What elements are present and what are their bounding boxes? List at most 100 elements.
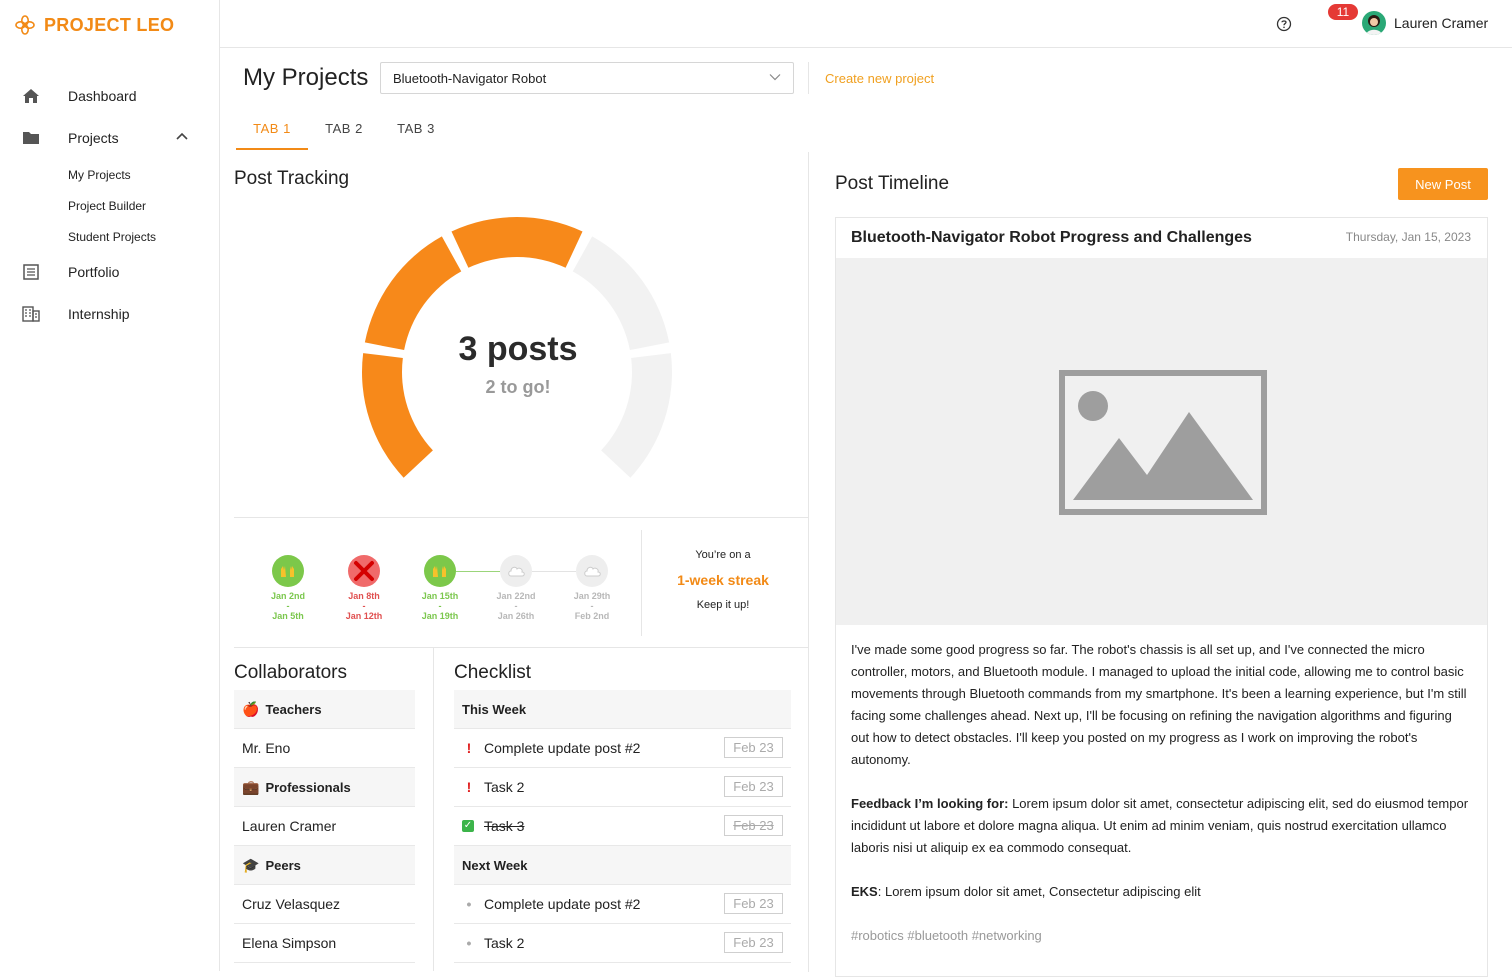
tab-bar: TAB 1 TAB 2 TAB 3 <box>236 114 452 150</box>
post-card[interactable]: Bluetooth-Navigator Robot Progress and C… <box>835 217 1488 977</box>
week-end: Feb 2nd <box>574 611 610 621</box>
sidebar-subitem-project-builder[interactable]: Project Builder <box>68 199 146 213</box>
logo[interactable]: PROJECT LEO <box>14 14 174 36</box>
divider <box>234 517 809 518</box>
priority-icon: ! <box>466 740 472 756</box>
leo-logo-icon <box>15 15 35 35</box>
sidebar-subitem-student-projects[interactable]: Student Projects <box>68 230 156 244</box>
hands-raised-icon <box>281 566 294 577</box>
sidebar-item-dashboard[interactable]: Dashboard <box>0 79 220 113</box>
collaborator-row[interactable]: Elena Simpson <box>234 924 415 963</box>
checklist-item[interactable]: • Complete update post #2 Feb 23 <box>454 885 791 924</box>
week-end: Jan 26th <box>497 611 535 621</box>
sidebar-item-portfolio[interactable]: Portfolio <box>0 255 220 289</box>
due-date-field[interactable]: Feb 23 <box>724 776 783 797</box>
streak-encouragement: Keep it up! <box>696 599 750 611</box>
eks-text: : Lorem ipsum dolor sit amet, Consectetu… <box>877 884 1201 899</box>
week-separator: - <box>362 601 366 611</box>
avatar[interactable] <box>1362 11 1386 35</box>
collaborator-row[interactable]: Mr. Eno <box>234 729 415 768</box>
divider <box>433 648 434 971</box>
checklist-item[interactable]: • Task 2 Feb 23 <box>454 924 791 963</box>
folder-icon <box>23 132 39 144</box>
post-eks: EKS: Lorem ipsum dolor sit amet, Consect… <box>851 881 1471 903</box>
week-separator: - <box>438 601 442 611</box>
checklist-group-this-week: This Week <box>454 690 791 729</box>
collaborator-row[interactable]: Lauren Cramer <box>234 807 415 846</box>
post-feedback: Feedback I’m looking for: Lorem ipsum do… <box>851 793 1471 859</box>
post-tags[interactable]: #robotics #bluetooth #networking <box>851 925 1471 947</box>
week-separator: - <box>286 601 290 611</box>
project-select-value: Bluetooth-Navigator Robot <box>393 70 547 86</box>
x-mark-icon <box>354 561 374 581</box>
new-post-button[interactable]: New Post <box>1398 168 1488 200</box>
due-date-field[interactable]: Feb 23 <box>724 815 783 836</box>
week-start: Jan 2nd <box>270 591 305 601</box>
group-header-teachers: 🍎 Teachers <box>234 690 415 729</box>
checklist-item-label: Task 2 <box>484 779 525 795</box>
week-separator: - <box>514 601 518 611</box>
sidebar-item-label: Portfolio <box>68 264 120 280</box>
due-date-field[interactable]: Feb 23 <box>724 932 783 953</box>
sidebar-item-internship[interactable]: Internship <box>0 297 220 331</box>
group-label: Peers <box>265 857 301 873</box>
post-image-placeholder[interactable] <box>836 258 1487 625</box>
group-header-professionals: 💼 Professionals <box>234 768 415 807</box>
project-select[interactable]: Bluetooth-Navigator Robot <box>380 62 794 94</box>
apple-icon: 🍎 <box>242 700 260 717</box>
week-start: Jan 15th <box>421 591 459 601</box>
sidebar-item-projects[interactable]: Projects <box>0 121 220 155</box>
gauge-segment <box>601 353 672 478</box>
streak-week-marker <box>424 555 456 587</box>
divider <box>641 530 642 636</box>
gauge-segment <box>362 353 433 478</box>
checklist-item-label: Task 2 <box>484 935 525 951</box>
week-start: Jan 8th <box>348 591 380 601</box>
feedback-label: Feedback I’m looking for: <box>851 796 1009 811</box>
chevron-up-icon[interactable] <box>176 132 188 140</box>
checklist-item-label: Task 3 <box>484 818 525 834</box>
checkbox-checked-icon[interactable]: ✓ <box>462 820 474 832</box>
posts-remaining: 2 to go! <box>485 377 551 397</box>
sidebar-item-label: Projects <box>68 130 119 146</box>
sidebar-subitem-my-projects[interactable]: My Projects <box>68 168 131 182</box>
checklist: This Week ! Complete update post #2 Feb … <box>454 690 791 963</box>
building-icon <box>22 306 40 322</box>
graduation-cap-icon: 🎓 <box>242 856 260 873</box>
tab-2[interactable]: TAB 2 <box>308 114 380 150</box>
posts-count: 3 posts <box>458 330 578 368</box>
post-title: Bluetooth-Navigator Robot Progress and C… <box>851 229 1252 246</box>
week-start: Jan 29th <box>573 591 611 601</box>
streak-intro: You’re on a <box>695 549 751 561</box>
home-icon <box>23 89 39 103</box>
user-name[interactable]: Lauren Cramer <box>1394 15 1488 31</box>
tab-1[interactable]: TAB 1 <box>236 114 308 150</box>
streak-week-marker <box>272 555 304 587</box>
divider <box>234 647 809 648</box>
sidebar: PROJECT LEO Dashboard Projects My Projec… <box>0 0 220 971</box>
post-timeline-title: Post Timeline <box>835 173 950 194</box>
collaborator-row[interactable]: Cruz Velasquez <box>234 885 415 924</box>
week-start: Jan 22nd <box>496 591 536 601</box>
group-label: Professionals <box>265 779 351 795</box>
due-date-field[interactable]: Feb 23 <box>724 737 783 758</box>
tab-3[interactable]: TAB 3 <box>380 114 452 150</box>
notification-badge[interactable]: 11 <box>1328 4 1358 20</box>
group-label: Teachers <box>265 701 322 717</box>
chevron-down-icon <box>769 74 781 81</box>
post-body: I've made some good progress so far. The… <box>851 639 1471 969</box>
header-divider <box>808 62 809 94</box>
collaborators-list: 🍎 Teachers Mr. Eno 💼 Professionals Laure… <box>234 690 415 963</box>
streak-week-marker <box>576 555 608 587</box>
checklist-item-label: Complete update post #2 <box>484 740 641 756</box>
checklist-item[interactable]: ✓ Task 3 Feb 23 <box>454 807 791 846</box>
bullet-icon: • <box>466 896 472 912</box>
hands-raised-icon <box>433 566 446 577</box>
column-divider <box>808 152 809 972</box>
checklist-item[interactable]: ! Complete update post #2 Feb 23 <box>454 729 791 768</box>
checklist-item[interactable]: ! Task 2 Feb 23 <box>454 768 791 807</box>
due-date-field[interactable]: Feb 23 <box>724 893 783 914</box>
help-icon[interactable] <box>1276 16 1292 32</box>
week-separator: - <box>590 601 594 611</box>
create-project-link[interactable]: Create new project <box>825 71 934 86</box>
